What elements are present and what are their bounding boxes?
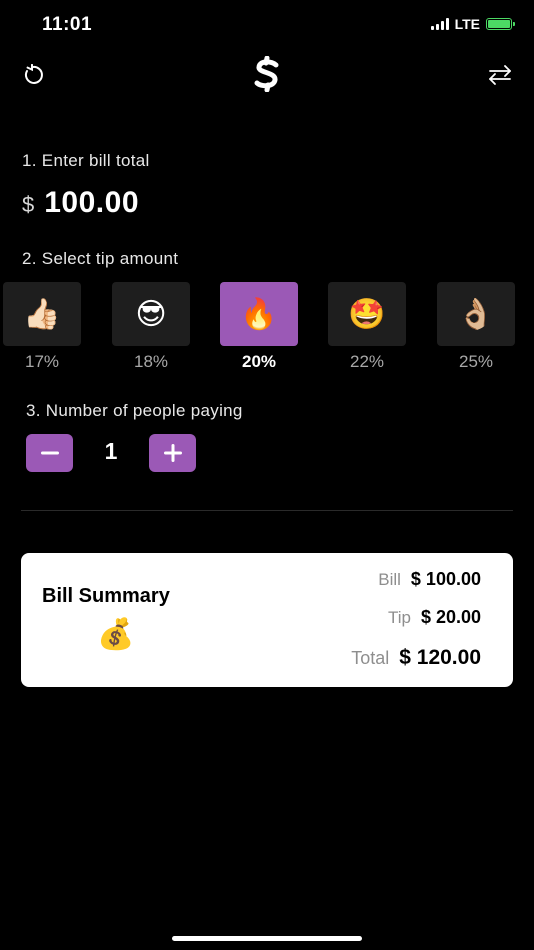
tip-selector[interactable]: 👍🏻 17% 😎 18% 🔥 20% 🤩 22% 👌🏼 25% [0,282,534,372]
plus-icon [163,444,182,462]
reset-icon[interactable] [22,63,44,86]
network-type: LTE [454,16,480,32]
bill-summary-card: Bill Summary 💰 Bill $ 100.00 Tip $ 20.00… [21,553,513,687]
summary-bill-row: Bill $ 100.00 [378,569,481,590]
money-bag-emoji: 💰 [97,618,135,651]
summary-total-label: Total [351,648,390,668]
bill-value: 100.00 [44,186,140,219]
tip-section-label: 2. Select tip amount [22,249,179,268]
summary-title: Bill Summary [42,585,170,607]
decrement-button[interactable] [26,434,73,472]
tip-percent: 18% [133,352,169,371]
summary-total-value: $ 120.00 [399,646,481,669]
dollar-logo-icon [250,55,284,93]
tip-option-25[interactable]: 👌🏼 25% [437,282,515,372]
summary-bill-label: Bill [378,570,401,589]
bill-section-label: 1. Enter bill total [22,151,150,170]
sunglasses-emoji: 😎 [112,282,190,346]
fire-emoji: 🔥 [220,282,298,346]
tip-option-20[interactable]: 🔥 20% [220,282,298,372]
battery-icon [486,18,515,30]
status-time: 11:01 [42,14,93,35]
tip-option-18[interactable]: 😎 18% [112,282,190,372]
summary-tip-row: Tip $ 20.00 [388,607,481,628]
summary-total-row: Total $ 120.00 [351,646,481,670]
swap-arrows-icon[interactable] [488,64,512,86]
tip-option-17[interactable]: 👍🏻 17% [3,282,81,372]
home-indicator[interactable] [172,936,362,941]
people-count: 1 [104,438,118,464]
star-struck-emoji: 🤩 [328,282,406,346]
tip-percent: 25% [458,352,494,371]
summary-tip-label: Tip [387,608,411,627]
tip-percent: 20% [241,352,277,371]
bill-input[interactable]: $ 100.00 [22,186,139,220]
people-section-label: 3. Number of people paying [26,401,243,420]
increment-button[interactable] [149,434,196,472]
ok-hand-emoji: 👌🏼 [437,282,515,346]
summary-tip-value: $ 20.00 [420,607,481,627]
tip-percent: 17% [24,352,60,371]
tip-option-22[interactable]: 🤩 22% [328,282,406,372]
thumbs-up-emoji: 👍🏻 [3,282,81,346]
divider [21,510,513,511]
tip-percent: 22% [349,352,385,371]
signal-icon [430,18,449,30]
status-indicators: LTE [430,16,515,32]
bill-currency: $ [22,192,35,217]
minus-icon [40,451,59,455]
summary-bill-value: $ 100.00 [410,569,481,589]
